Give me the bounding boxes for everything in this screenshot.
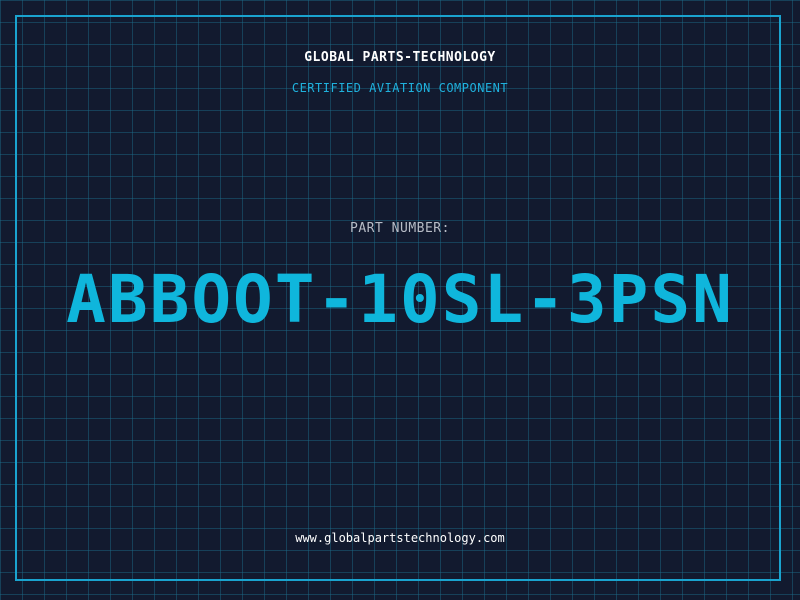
- website-url: www.globalpartstechnology.com: [295, 531, 505, 545]
- part-number-value: ABBOOT-10SL-3PSN: [66, 261, 734, 338]
- blueprint-canvas: GLOBAL PARTS-TECHNOLOGY CERTIFIED AVIATI…: [0, 0, 800, 600]
- company-name: GLOBAL PARTS-TECHNOLOGY: [304, 50, 496, 65]
- part-number-label: PART NUMBER:: [350, 221, 450, 236]
- certification-subtitle: CERTIFIED AVIATION COMPONENT: [291, 81, 509, 95]
